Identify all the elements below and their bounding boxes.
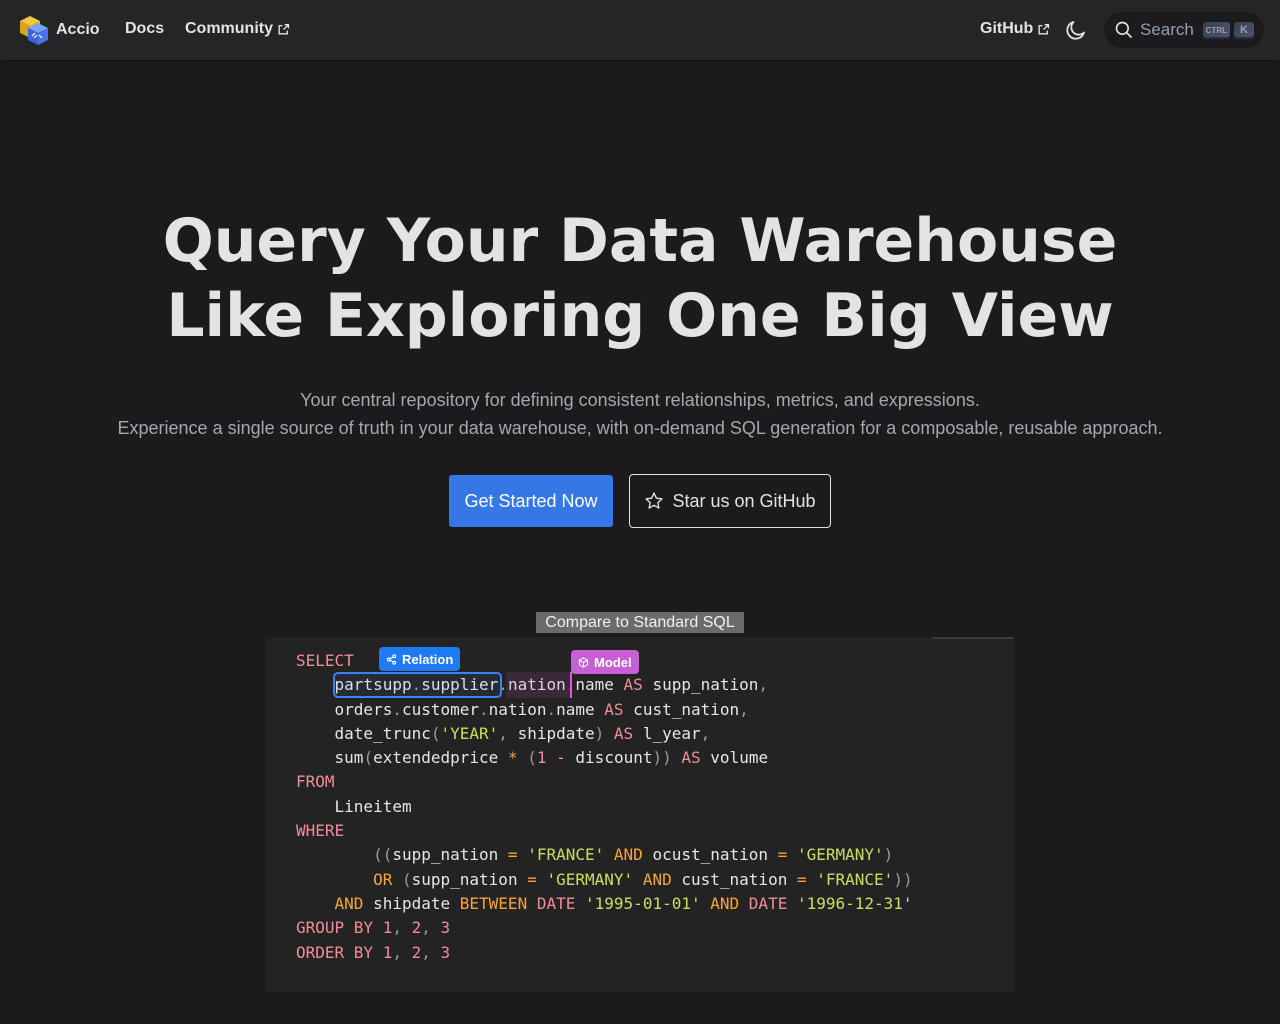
hero-subtitle: Your central repository for defining con… [0,386,1280,442]
code-panel-scroll-hint [932,637,1014,639]
star-icon [645,492,664,509]
nav-docs-label: Docs [125,20,165,37]
external-link-icon [1038,23,1050,35]
hero-title-line2: Like Exploring One Big View [166,281,1114,351]
nav-github-link[interactable]: GitHub [980,20,1050,38]
hero-title: Query Your Data Warehouse Like Exploring… [0,204,1280,354]
nav-community-link[interactable]: Community [185,20,290,38]
share-nodes-icon [386,653,397,665]
model-tag[interactable]: Model [571,650,639,674]
navbar: Accio Docs Community GitHub Search CTRL … [0,0,1280,60]
brand-link[interactable]: Accio [16,14,100,46]
brand-name: Accio [56,21,100,38]
search-placeholder: Search [1140,20,1194,39]
moon-icon[interactable] [1064,18,1088,42]
relation-tag-label: Relation [402,651,454,667]
get-started-button[interactable]: Get Started Now [449,475,613,527]
relation-highlight[interactable] [333,672,502,698]
relation-tag[interactable]: Relation [379,647,461,671]
external-link-icon [278,23,290,35]
compare-standard-sql-toggle[interactable]: Compare to Standard SQL [536,612,744,633]
model-highlight[interactable] [506,672,572,698]
nav-github-label: GitHub [980,20,1034,37]
search-button[interactable]: Search CTRL K [1104,12,1264,48]
star-github-label: Star us on GitHub [672,490,816,511]
star-github-button[interactable]: Star us on GitHub [629,474,831,528]
shortcut-k-key: K [1234,21,1254,39]
cube-icon [578,656,589,668]
model-tag-label: Model [594,654,632,670]
hero-subtitle-line2: Experience a single source of truth in y… [117,418,1163,438]
nav-docs-link[interactable]: Docs [125,20,164,38]
accio-logo-icon [20,16,48,45]
nav-community-label: Community [185,20,273,37]
hero-subtitle-line1: Your central repository for defining con… [300,390,980,410]
hero-title-line1: Query Your Data Warehouse [162,206,1118,276]
shortcut-ctrl-key: CTRL [1202,21,1230,39]
search-icon [1115,21,1133,39]
